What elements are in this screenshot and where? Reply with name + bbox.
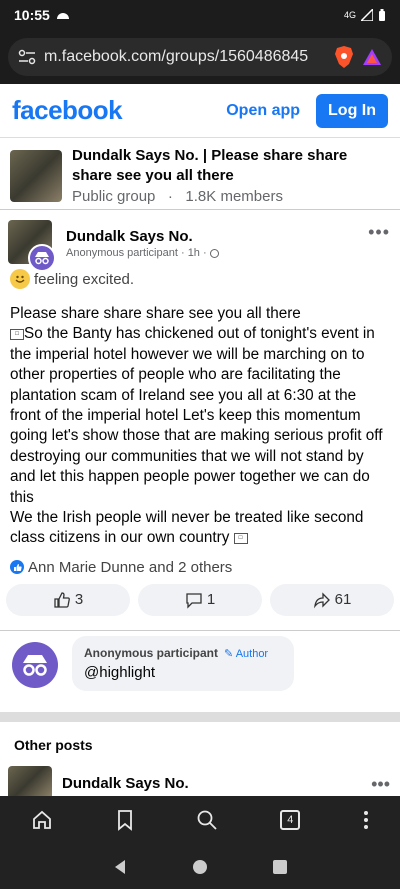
post-body: Please share share share see you all the…: [0, 292, 400, 549]
post-body-line: We the Irish people will never be treate…: [10, 508, 390, 549]
group-cover-image[interactable]: [10, 150, 62, 202]
status-bar: 10:55 4G: [0, 0, 400, 30]
post-actions: 3 1 61: [0, 576, 400, 616]
comment-count: 1: [206, 591, 216, 609]
post-body-line: Please share share share see you all the…: [10, 305, 301, 322]
facebook-logo[interactable]: facebook: [12, 95, 226, 126]
meta-separator: ·: [167, 188, 173, 205]
brave-shield-icon[interactable]: [334, 46, 354, 68]
post-author-info: Dundalk Says No. Anonymous participant ·…: [66, 220, 219, 266]
like-button[interactable]: 3: [6, 583, 130, 616]
menu-dots-icon[interactable]: [363, 810, 369, 830]
search-icon[interactable]: [196, 809, 218, 831]
url-text[interactable]: m.facebook.com/groups/1560486845: [44, 48, 326, 66]
post: Dundalk Says No. Anonymous participant ·…: [0, 212, 400, 616]
tab-switcher-icon[interactable]: 4: [280, 810, 301, 830]
status-right: 4G: [343, 8, 386, 22]
post-feeling: feeling excited.: [0, 266, 400, 292]
post-divider: [0, 630, 400, 631]
browser-toolbar: m.facebook.com/groups/1560486845: [0, 30, 400, 84]
post-group-name[interactable]: Dundalk Says No.: [66, 228, 219, 245]
reactions-text[interactable]: Ann Marie Dunne and 2 others: [28, 559, 232, 576]
group-meta: Public group · 1.8K members: [72, 188, 390, 205]
like-reaction-icon: [10, 560, 24, 575]
comment-author[interactable]: Anonymous participant: [84, 646, 218, 660]
next-post-preview[interactable]: Dundalk Says No. •••: [8, 766, 392, 796]
post-meta: Anonymous participant · 1h ·: [66, 247, 219, 259]
post-avatar[interactable]: [8, 220, 58, 272]
pencil-icon: ✎: [224, 647, 234, 660]
signal-icon: [361, 9, 373, 21]
globe-icon: [209, 248, 219, 258]
battery-icon: [379, 8, 385, 21]
system-navigation-bar: [0, 844, 400, 889]
anonymous-avatar-icon: [28, 244, 56, 272]
group-name[interactable]: Dundalk Says No. | Please share share sh…: [72, 146, 390, 186]
post-header: Dundalk Says No. Anonymous participant ·…: [0, 212, 400, 272]
share-icon: [313, 592, 330, 609]
reactions-summary[interactable]: Ann Marie Dunne and 2 others: [0, 549, 400, 576]
other-posts-heading: Other posts: [14, 737, 93, 753]
smiley-icon: [10, 269, 30, 289]
browser-bottom-toolbar: 4: [0, 796, 400, 844]
group-privacy: Public group: [72, 188, 156, 205]
post-body-text: We the Irish people will never be treate…: [10, 509, 364, 547]
post-more-options-icon[interactable]: •••: [368, 222, 390, 243]
post-time[interactable]: · 1h ·: [181, 247, 207, 259]
home-icon[interactable]: [31, 809, 53, 831]
home-circle-icon[interactable]: [192, 859, 208, 875]
post-body-line: □ So the Banty has chickened out of tonig…: [10, 324, 390, 508]
status-left: 10:55: [14, 7, 70, 23]
group-info: Dundalk Says No. | Please share share sh…: [72, 146, 390, 205]
comment-icon: [186, 593, 202, 609]
comment-text: @highlight: [84, 664, 156, 681]
post-author[interactable]: Anonymous participant: [66, 247, 178, 259]
comment: Anonymous participant ✎ Author @highligh…: [0, 636, 400, 691]
like-count: 3: [74, 591, 84, 609]
recents-icon[interactable]: [273, 859, 288, 874]
network-label: 4G: [343, 10, 356, 20]
site-settings-icon[interactable]: [18, 49, 36, 65]
author-badge: ✎ Author: [224, 647, 268, 660]
post-body-text: So the Banty has chickened out of tonigh…: [10, 325, 383, 506]
facebook-header: facebook Open app Log In: [0, 84, 400, 138]
back-icon[interactable]: [113, 859, 127, 875]
comment-bubble: Anonymous participant ✎ Author @highligh…: [72, 636, 294, 691]
notification-arc-icon: [56, 13, 69, 19]
url-bar[interactable]: m.facebook.com/groups/1560486845: [8, 38, 392, 76]
group-members[interactable]: 1.8K members: [185, 188, 283, 205]
share-count: 61: [334, 591, 352, 609]
next-post-avatar[interactable]: [8, 766, 52, 796]
next-post-group-name[interactable]: Dundalk Says No.: [62, 775, 189, 796]
anonymous-avatar-icon[interactable]: [12, 642, 58, 688]
unknown-char-icon: □: [233, 532, 248, 544]
comment-author-row: Anonymous participant ✎ Author: [84, 646, 282, 660]
open-app-link[interactable]: Open app: [226, 102, 300, 120]
brave-rewards-icon[interactable]: [362, 48, 382, 66]
share-button[interactable]: 61: [270, 583, 394, 616]
author-badge-label: Author: [235, 647, 269, 660]
login-button[interactable]: Log In: [316, 93, 388, 128]
feeling-text: feeling excited.: [34, 270, 135, 288]
status-time: 10:55: [14, 7, 50, 23]
unknown-char-icon: □: [10, 328, 24, 340]
group-header[interactable]: Dundalk Says No. | Please share share sh…: [0, 138, 400, 210]
thumbs-up-icon: [54, 592, 70, 608]
bookmark-icon[interactable]: [116, 809, 134, 831]
comment-button[interactable]: 1: [138, 583, 262, 616]
section-separator: [0, 712, 400, 722]
next-post-more-options-icon[interactable]: •••: [371, 774, 390, 795]
